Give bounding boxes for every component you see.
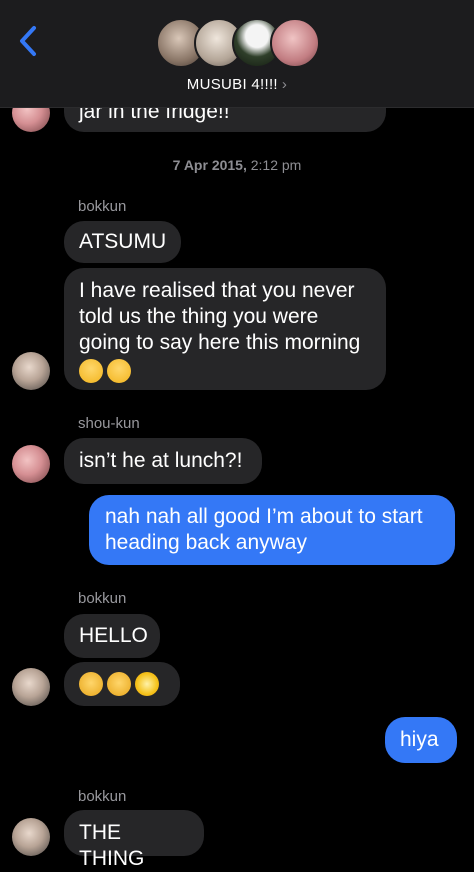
avatar-bokkun[interactable] xyxy=(12,352,50,390)
avatar-bokkun[interactable] xyxy=(12,668,50,706)
timestamp: 7 Apr 2015, 2:12 pm xyxy=(0,157,474,173)
message-bubble[interactable]: HELLO xyxy=(64,614,160,658)
worried-face-icon xyxy=(79,359,103,384)
message-text: I have realised that you never told us t… xyxy=(79,279,361,354)
group-title[interactable]: MUSUBI 4!!!! › xyxy=(0,76,474,93)
emoji-row: 😟😟 xyxy=(79,358,371,386)
back-button[interactable] xyxy=(14,24,44,58)
message-text: hiya xyxy=(400,728,439,751)
message-text: isn’t he at lunch?! xyxy=(79,449,243,472)
star-struck-icon xyxy=(107,672,131,697)
message-bubble[interactable]: THE THING xyxy=(64,810,204,870)
timestamp-date: 7 Apr 2015, xyxy=(172,157,247,173)
outgoing-message-bubble[interactable]: hiya xyxy=(385,717,457,763)
group-name: MUSUBI 4!!!! xyxy=(186,76,278,93)
avatar-shou-kun[interactable] xyxy=(12,445,50,483)
message-bubble[interactable]: I have realised that you never told us t… xyxy=(64,268,386,390)
message-text: nah nah all good I’m about to start head… xyxy=(105,505,423,554)
sender-name: shou-kun xyxy=(78,415,140,432)
timestamp-time: 2:12 pm xyxy=(246,157,302,173)
sender-name: bokkun xyxy=(78,198,127,215)
chevron-left-icon xyxy=(20,26,36,56)
avatar xyxy=(270,18,320,68)
message-bubble[interactable]: ATSUMU xyxy=(64,221,181,263)
message-text: THE THING xyxy=(79,821,145,870)
glowing-star-icon xyxy=(135,672,159,697)
chevron-right-icon: › xyxy=(281,76,288,93)
message-bubble[interactable]: 👋🤩🌟 xyxy=(64,662,180,706)
waving-hand-icon xyxy=(79,672,103,697)
worried-face-icon xyxy=(107,359,131,384)
avatar-bokkun[interactable] xyxy=(12,818,50,856)
message-bubble[interactable]: isn’t he at lunch?! xyxy=(64,438,262,484)
outgoing-message-bubble[interactable]: nah nah all good I’m about to start head… xyxy=(89,495,455,565)
conversation-header: MUSUBI 4!!!! › xyxy=(0,0,474,108)
message-text: HELLO xyxy=(79,624,148,647)
message-text: ATSUMU xyxy=(79,230,167,253)
sender-name: bokkun xyxy=(78,788,127,805)
sender-name: bokkun xyxy=(78,590,127,607)
group-avatars[interactable] xyxy=(156,18,320,72)
